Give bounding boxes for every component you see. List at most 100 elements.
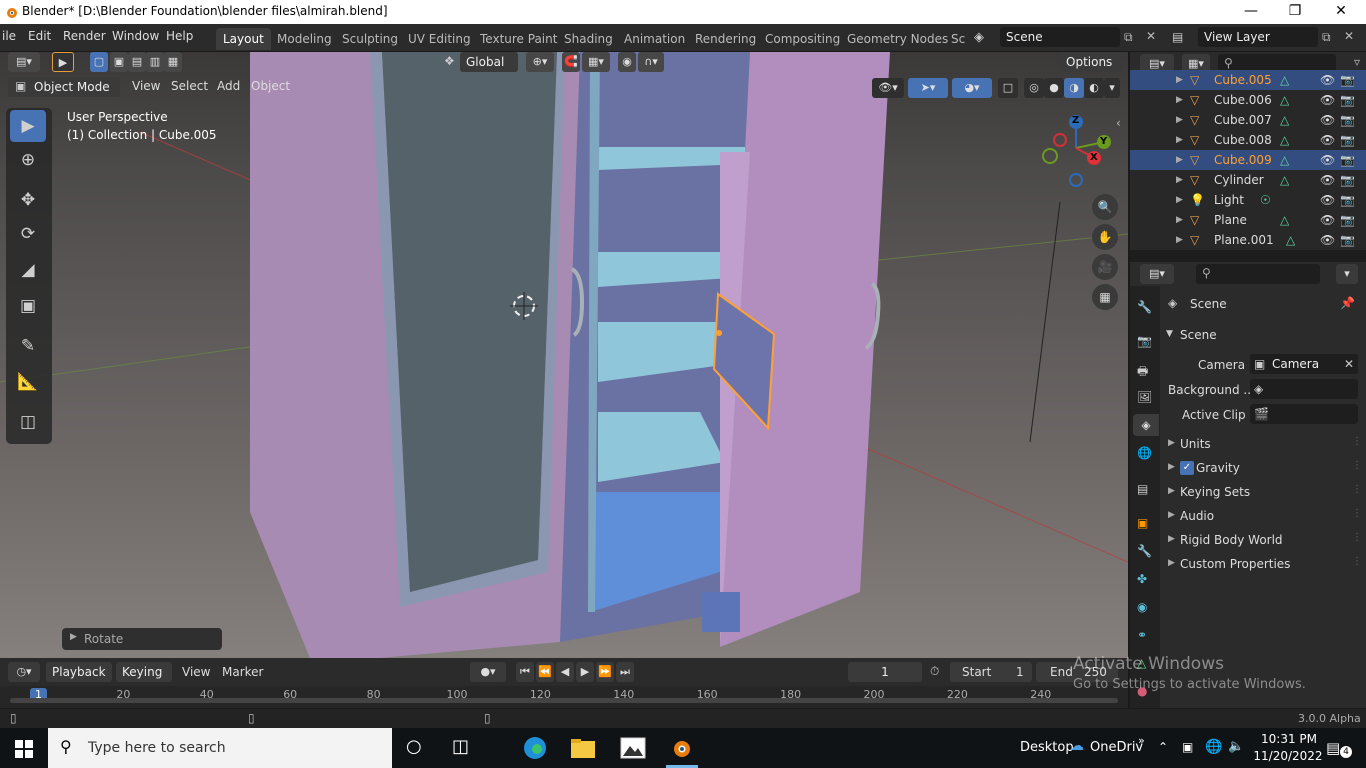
outliner-item-name[interactable]: Cube.009 (1214, 150, 1272, 170)
expand-arrow-icon[interactable]: ▶ (1176, 150, 1183, 170)
outliner-row[interactable]: ▶ ▽ Cylinder △ 👁 📷 (1130, 170, 1366, 190)
scene-panel-title[interactable]: Scene (1180, 328, 1217, 342)
select-box-new-icon[interactable]: ▢ (90, 52, 108, 72)
timeline-ruler[interactable]: 1 20 40 60 80 100 120 140 160 180 200 220 240 (0, 686, 1128, 708)
properties-section-gravity[interactable]: ▶ ✓Gravity ⋮⋮ (1160, 458, 1366, 480)
outliner-item-name[interactable]: Cube.005 (1214, 70, 1272, 90)
visibility-eye-icon[interactable]: 👁 (1320, 210, 1335, 230)
tab-compositing[interactable]: Compositing (758, 28, 847, 50)
ortho-toggle-icon[interactable]: ▦ (1092, 284, 1118, 310)
light-data-icon[interactable]: ☉ (1260, 190, 1271, 210)
world-tab-icon[interactable]: 🌐 (1137, 446, 1152, 460)
maximize-button[interactable]: ❐ (1272, 0, 1318, 24)
next-keyframe-icon[interactable]: ⏩ (596, 662, 614, 682)
measure-tool-icon[interactable]: 📐 (10, 366, 46, 398)
play-reverse-icon[interactable]: ◀ (556, 662, 574, 682)
drag-handle-icon[interactable]: ⋮⋮ (1352, 436, 1366, 447)
outliner-row[interactable]: ▶ ▽ Cube.008 △ 👁 📷 (1130, 130, 1366, 150)
scene-selector-icon[interactable]: ◈ (974, 30, 984, 45)
area-divider-horizontal[interactable] (1130, 250, 1366, 262)
transform-tool-icon[interactable]: ▣ (10, 290, 46, 322)
clock-time[interactable]: 10:31 PM (1256, 732, 1322, 746)
drag-handle-icon[interactable]: ⋮⋮ (1352, 556, 1366, 567)
menu-file[interactable]: ile (2, 29, 16, 43)
render-tab-icon[interactable]: 📷 (1137, 334, 1152, 348)
render-camera-icon[interactable]: 📷 (1340, 190, 1355, 210)
particles-tab-icon[interactable]: ✤ (1137, 572, 1147, 586)
visibility-eye-icon[interactable]: 👁 (1320, 70, 1335, 90)
outliner-row[interactable]: ▶ ▽ Plane △ 👁 📷 (1130, 210, 1366, 230)
onedrive-label[interactable]: OneDriv (1090, 740, 1143, 755)
expand-arrow-icon[interactable]: ▶ (1176, 230, 1183, 250)
timeline-scrollbar[interactable] (10, 698, 1118, 703)
visibility-eye-icon[interactable]: 👁 (1320, 170, 1335, 190)
prev-keyframe-icon[interactable]: ⏪ (536, 662, 554, 682)
properties-section-keying-sets[interactable]: ▶ Keying Sets ⋮⋮ (1160, 482, 1366, 504)
mesh-data-icon[interactable]: △ (1280, 70, 1289, 90)
rendered-shading-icon[interactable]: ◐ (1084, 78, 1104, 98)
render-camera-icon[interactable]: 📷 (1340, 70, 1355, 90)
mesh-data-icon[interactable]: △ (1280, 110, 1289, 130)
section-expand-icon[interactable]: ▶ (1168, 558, 1175, 568)
tab-layout[interactable]: Layout (216, 28, 271, 50)
select-mode-icon[interactable]: ▶ (52, 52, 74, 72)
menu-render[interactable]: Render (63, 29, 106, 43)
modifier-tab-icon[interactable]: 🔧 (1137, 544, 1152, 558)
overflow-chevron-icon[interactable]: » (1138, 734, 1145, 747)
windows-start-icon[interactable] (15, 740, 33, 758)
tab-rendering[interactable]: Rendering (688, 28, 763, 50)
material-preview-icon[interactable]: ◑ (1064, 78, 1084, 98)
pan-hand-icon[interactable]: ✋ (1092, 224, 1118, 250)
last-operator-panel[interactable]: ▶ Rotate (62, 628, 222, 650)
3d-viewport[interactable]: ▤▾ ▶ ▢ ▣ ▤ ▥ ▦ ❖ Global ⊕▾ 🧲 ▦▾ ◉ ∩▾ Opt… (0, 52, 1128, 658)
select-box-subtract-icon[interactable]: ▤ (128, 52, 146, 72)
expand-arrow-icon[interactable]: ▶ (1176, 110, 1183, 130)
outliner-row[interactable]: ▶ ▽ Plane.001 △ 👁 📷 (1130, 230, 1366, 250)
tab-texture-paint[interactable]: Texture Paint (473, 28, 564, 50)
menu-view[interactable]: View (132, 79, 160, 93)
sidebar-toggle-icon[interactable]: ‹ (1116, 116, 1121, 130)
outliner-row[interactable]: ▶ ▽ Cube.006 △ 👁 📷 (1130, 90, 1366, 110)
drag-handle-icon[interactable]: ⋮⋮ (1352, 508, 1366, 519)
outliner-item-name[interactable]: Cylinder (1214, 170, 1264, 190)
select-box-invert-icon[interactable]: ▥ (146, 52, 164, 72)
mesh-data-icon[interactable]: △ (1280, 130, 1289, 150)
preview-range-icon[interactable]: ⏱ (930, 664, 939, 679)
outliner-row[interactable]: ▶ ▽ Cube.009 △ 👁 📷 (1130, 150, 1366, 170)
expand-arrow-icon[interactable]: ▶ (1176, 210, 1183, 230)
xray-toggle-icon[interactable]: □ (998, 78, 1018, 98)
pin-icon[interactable]: 📌 (1340, 296, 1355, 310)
mesh-data-icon[interactable]: △ (1280, 150, 1289, 170)
object-tab-icon[interactable]: ▣ (1137, 516, 1148, 530)
play-icon[interactable]: ▶ (576, 662, 594, 682)
expand-arrow-icon[interactable]: ▶ (1176, 130, 1183, 150)
output-tab-icon[interactable]: 🖶 (1137, 362, 1148, 383)
task-view-icon[interactable]: ◫ (452, 736, 469, 757)
camera-field[interactable]: Camera (1250, 354, 1358, 374)
properties-section-audio[interactable]: ▶ Audio ⋮⋮ (1160, 506, 1366, 528)
tab-animation[interactable]: Animation (617, 28, 692, 50)
menu-select[interactable]: Select (171, 79, 208, 93)
expand-arrow-icon[interactable]: ▶ (1176, 90, 1183, 110)
pivot-point-icon[interactable]: ⊕▾ (526, 52, 554, 72)
visibility-eye-icon[interactable]: 👁 (1320, 230, 1335, 250)
mesh-data-icon[interactable]: △ (1280, 170, 1289, 190)
snap-target-icon[interactable]: ▦▾ (582, 52, 610, 72)
menu-window[interactable]: Window (112, 29, 159, 43)
playback-menu[interactable]: Playback (46, 662, 112, 682)
jump-start-icon[interactable]: ⏮ (516, 662, 534, 682)
proportional-falloff-icon[interactable]: ∩▾ (638, 52, 664, 72)
menu-help[interactable]: Help (166, 29, 193, 43)
expand-arrow-icon[interactable]: ▶ (1176, 70, 1183, 90)
marker-menu[interactable]: Marker (222, 665, 263, 679)
delete-scene-icon[interactable]: ✕ (1146, 29, 1156, 43)
render-camera-icon[interactable]: 📷 (1340, 90, 1355, 110)
menu-add[interactable]: Add (217, 79, 240, 93)
jump-end-icon[interactable]: ⏭ (616, 662, 634, 682)
keying-menu[interactable]: Keying (116, 662, 172, 682)
tool-tab-icon[interactable]: 🔧 (1137, 300, 1152, 314)
render-camera-icon[interactable]: 📷 (1340, 130, 1355, 150)
clear-camera-icon[interactable]: ✕ (1344, 357, 1354, 371)
visibility-eye-icon[interactable]: 👁 (1320, 190, 1335, 210)
properties-section-units[interactable]: ▶ Units ⋮⋮ (1160, 434, 1366, 456)
